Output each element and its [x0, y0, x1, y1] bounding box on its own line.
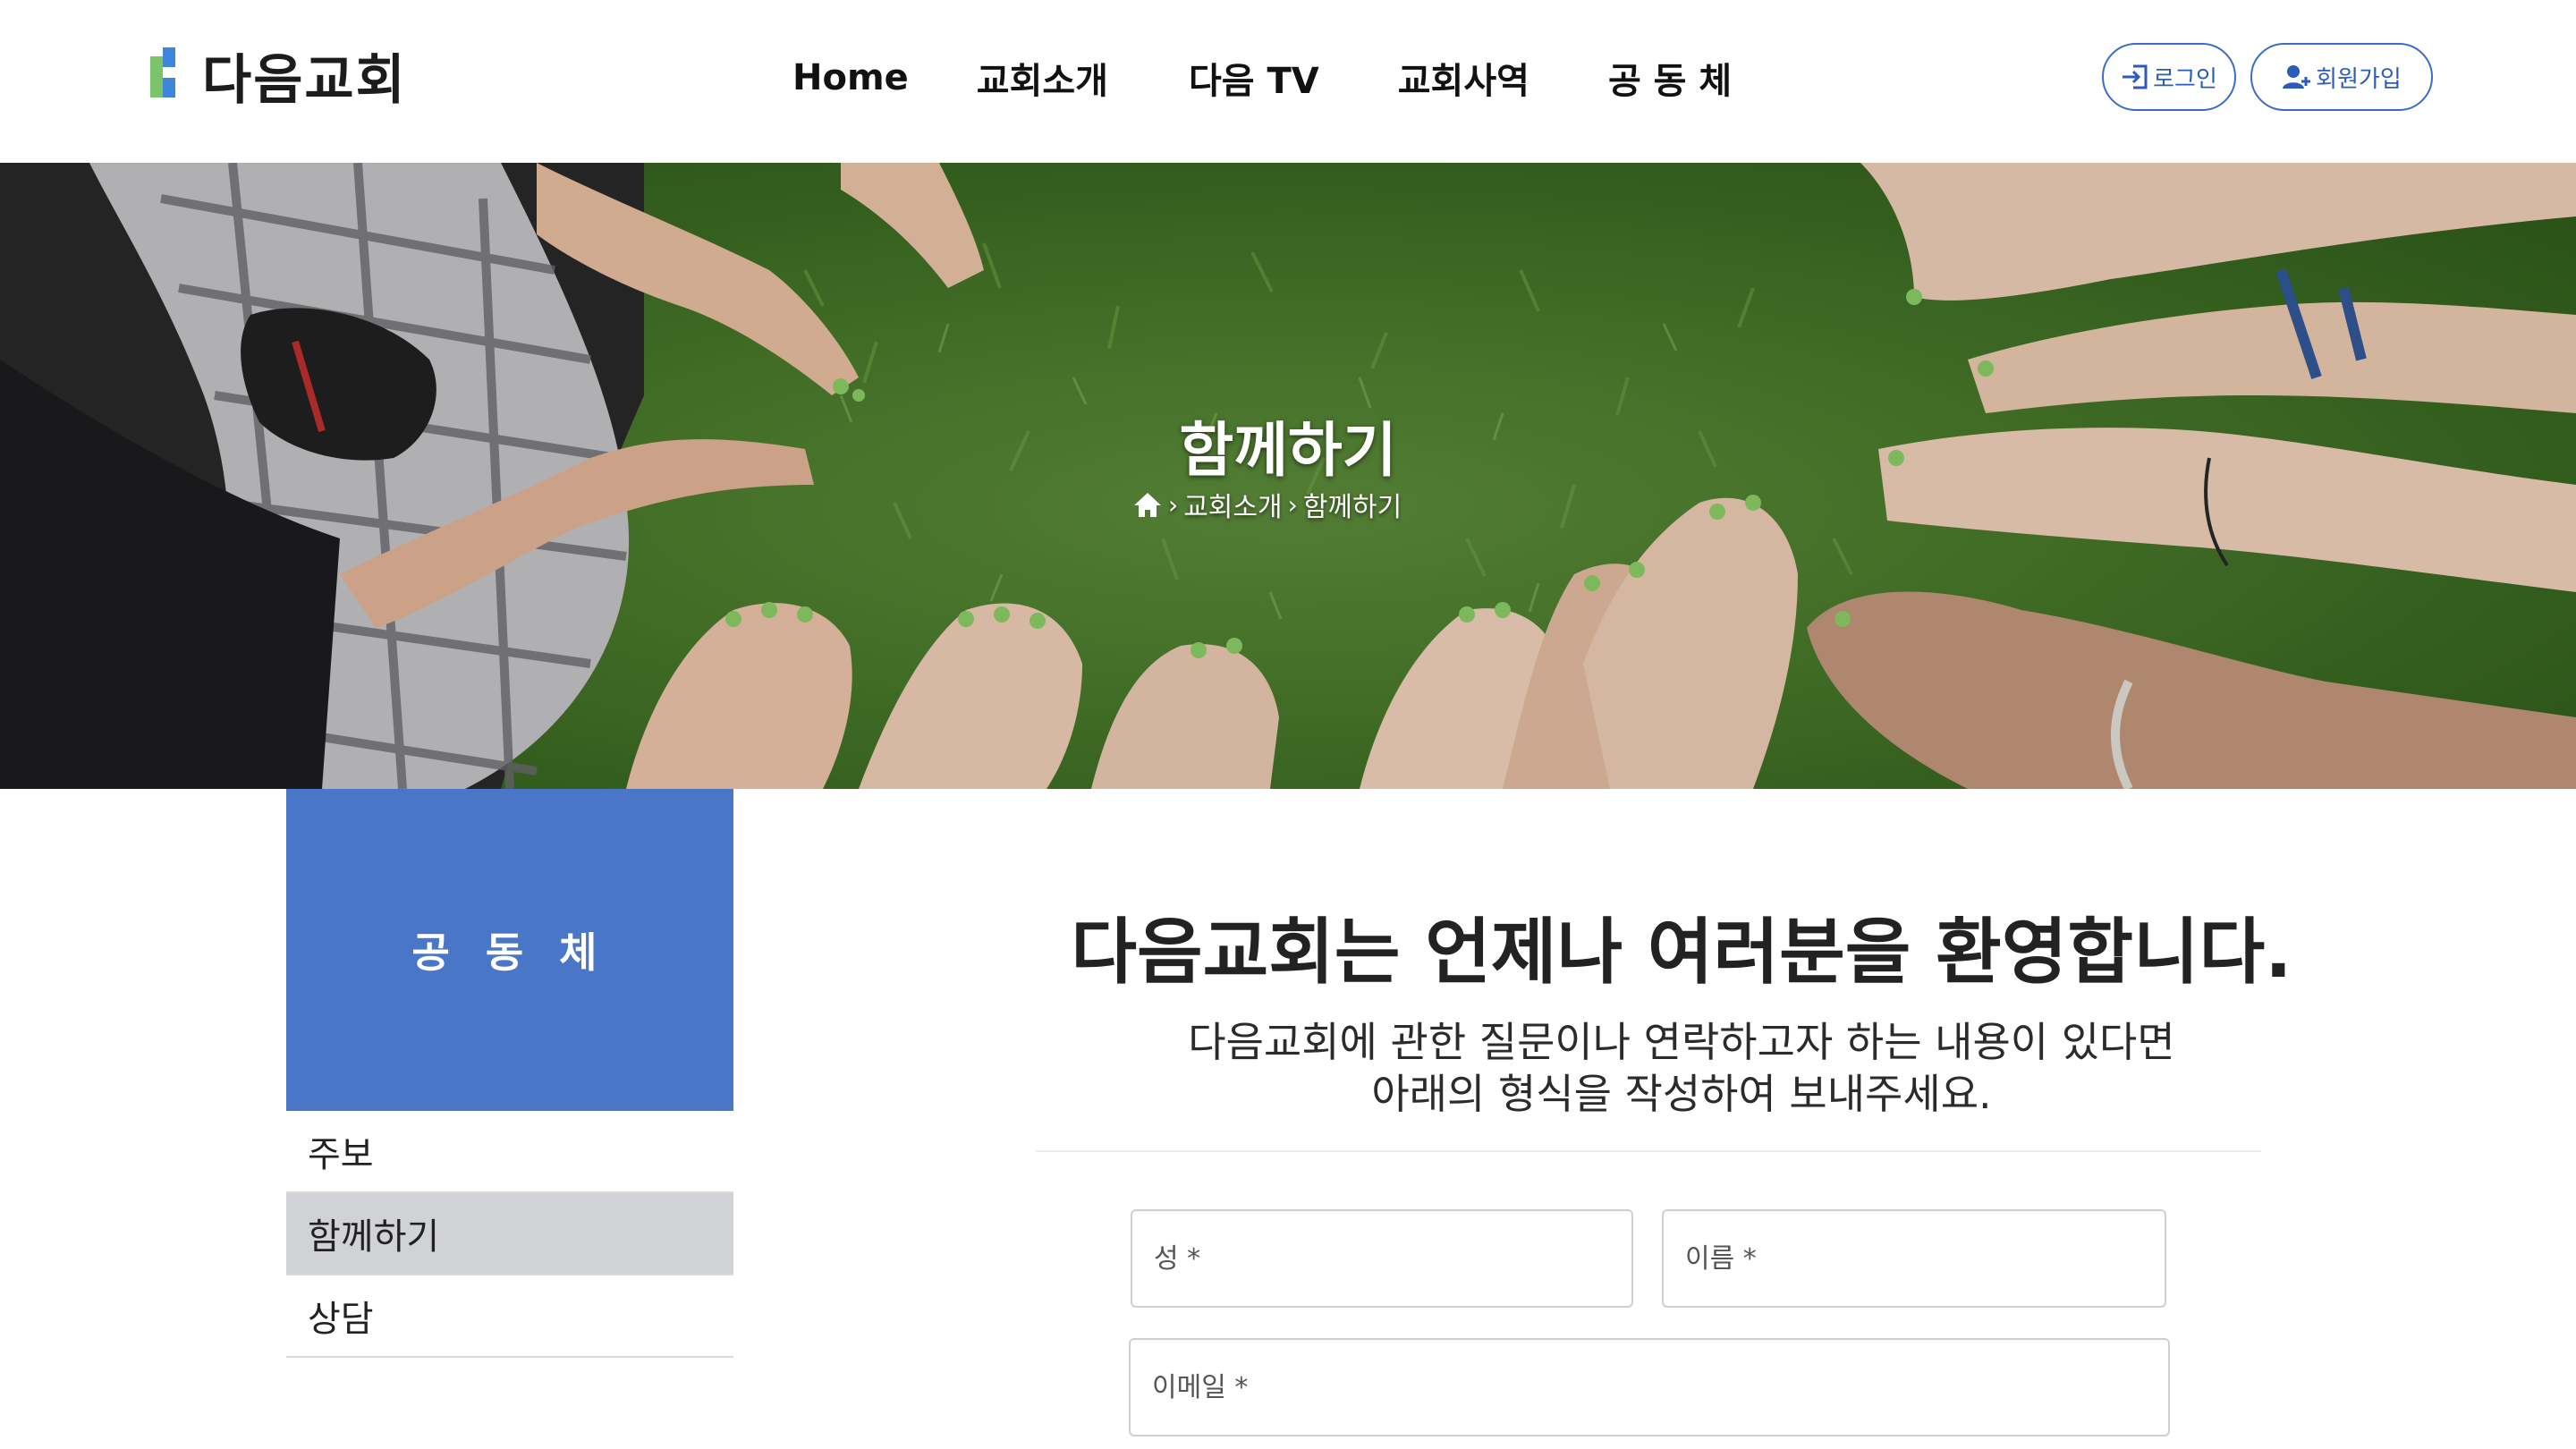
sidebar-item-together[interactable]: 함께하기 [286, 1193, 733, 1275]
login-icon [2123, 64, 2148, 89]
page-subtitle: 다음교회에 관한 질문이나 연락하고자 하는 내용이 있다면 아래의 형식을 작… [984, 1016, 2379, 1120]
home-icon[interactable] [1132, 491, 1163, 518]
first-name-field[interactable] [1662, 1209, 2166, 1308]
user-add-icon [2283, 65, 2311, 89]
chevron-right-icon: › [1168, 489, 1179, 520]
sidebar-menu: 주보 함께하기 상담 [286, 1111, 733, 1358]
sidebar-item-bulletin[interactable]: 주보 [286, 1111, 733, 1193]
hero-title: 함께하기 [1179, 416, 1397, 485]
login-button[interactable]: 로그인 [2102, 43, 2236, 111]
nav-church-intro[interactable]: 교회소개 [977, 52, 1108, 104]
chevron-right-icon: › [1287, 489, 1298, 520]
sidebar-item-counseling[interactable]: 상담 [286, 1275, 733, 1358]
page-subtitle-line-2: 아래의 형식을 작성하여 보내주세요. [1371, 1070, 1992, 1118]
nav-ministry[interactable]: 교회사역 [1398, 52, 1530, 104]
site-header: 다음교회 Home 교회소개 다음 TV 교회사역 공 동 체 로그인 회원가입 [0, 0, 2576, 163]
page-subtitle-line-1: 다음교회에 관한 질문이나 연락하고자 하는 내용이 있다면 [1188, 1018, 2175, 1066]
signup-label: 회원가입 [2316, 65, 2402, 93]
signup-button[interactable]: 회원가입 [2250, 43, 2433, 111]
divider [1036, 1150, 2261, 1152]
main-nav: Home 교회소개 다음 TV 교회사역 공 동 체 [792, 47, 1732, 109]
logo-text: 다음교회 [202, 48, 407, 112]
site-logo[interactable]: 다음교회 [150, 41, 407, 112]
sidebar-header: 공 동 체 [286, 789, 733, 1111]
sidebar-title: 공 동 체 [411, 928, 608, 977]
breadcrumb-item-current: 함께하기 [1302, 492, 1402, 523]
hero-banner: 함께하기 › 교회소개 › 함께하기 [0, 163, 2576, 789]
breadcrumb-item-intro[interactable]: 교회소개 [1183, 485, 1282, 524]
nav-home[interactable]: Home [792, 57, 909, 98]
page-title: 다음교회는 언제나 여러분을 환영합니다. [1071, 911, 2292, 994]
logo-icon [150, 47, 182, 103]
last-name-field[interactable] [1131, 1209, 1633, 1308]
email-field[interactable] [1129, 1338, 2170, 1436]
nav-daum-tv[interactable]: 다음 TV [1189, 52, 1319, 104]
nav-community[interactable]: 공 동 체 [1608, 52, 1732, 104]
login-label: 로그인 [2153, 65, 2217, 93]
breadcrumb: › 교회소개 › 함께하기 [1132, 485, 1402, 524]
